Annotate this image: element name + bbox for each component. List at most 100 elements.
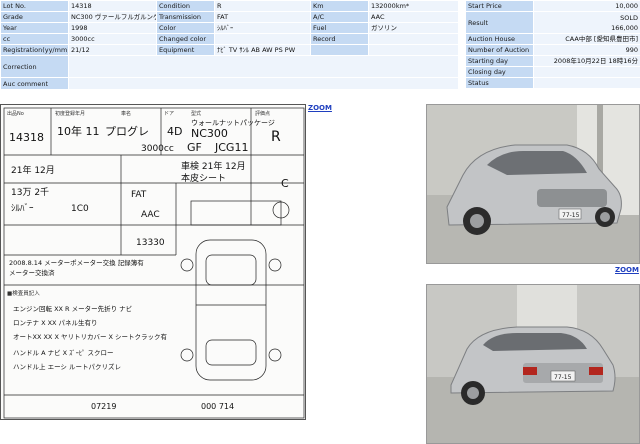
spec-label: cc: [0, 33, 69, 45]
auction-row: Auction House CAA中部 [愛知県豊田市]: [465, 33, 640, 45]
sheet-shaken: 21年 12月: [11, 164, 55, 176]
sheet-car-name: プログレ: [105, 124, 149, 138]
sheet-lot-label: 出品No: [7, 110, 24, 117]
car-photo-front-drawing: 77-15: [427, 105, 639, 263]
sheet-score: R: [271, 129, 281, 145]
spec-value: ﾅﾋﾞ TV ｻﾝﾙ AB AW PS PW: [214, 44, 311, 56]
auction-label: Auction House: [465, 33, 534, 45]
car-photo-rear-drawing: 77-15: [427, 285, 639, 443]
spec-label: Km: [310, 0, 369, 12]
spec-label: Transmission: [156, 11, 215, 23]
auction-label: Closing day: [465, 66, 534, 78]
sheet-insp-5: ハンドル上 エーシ ルートパクリズレ: [13, 362, 121, 371]
sheet-year: 10年 11: [57, 124, 100, 138]
auction-label: Number of Auction: [465, 44, 534, 56]
sheet-bottom-number-2: 000 714: [201, 402, 234, 411]
spec-label: Record: [310, 33, 369, 45]
sheet-score-label: 評価点: [255, 110, 270, 117]
spec-value: 1998: [68, 22, 157, 34]
sheet-model: NC300: [191, 127, 228, 140]
sheet-mileage: 13330: [136, 238, 165, 248]
spec-label: [310, 44, 369, 56]
spec-row: Registration(yy/mm) 21/12 Equipment ﾅﾋﾞ TV …: [0, 44, 459, 56]
spec-row: cc 3000cc Changed color Record: [0, 33, 459, 45]
spec-row: Year 1998 Color ｼﾙﾊﾞｰ Fuel ガソリン: [0, 22, 459, 34]
spec-row: Correction: [0, 55, 459, 78]
auction-row: Starting day 2008年10月22日 18時16分: [465, 55, 640, 67]
sheet-insp-1: エンジン回転 XX R メーター先折り ナビ: [13, 304, 132, 313]
spec-value: AAC: [368, 11, 459, 23]
spec-value: [368, 44, 459, 56]
sheet-grade: ウォールナットパッケージ: [191, 119, 275, 127]
zoom-photo-link[interactable]: ZOOM: [615, 266, 639, 274]
auction-value: [533, 66, 640, 78]
spec-label: Fuel: [310, 22, 369, 34]
spec-value: [68, 55, 459, 78]
spec-value: 14318: [68, 0, 157, 12]
auction-comment-label: Auc comment: [0, 77, 69, 90]
sheet-bottom-number: 07219: [91, 402, 116, 411]
sheet-model2: JCG11: [214, 141, 248, 154]
spec-value: 21/12: [68, 44, 157, 56]
auction-row: Status: [465, 77, 640, 89]
auction-value: 990: [533, 44, 640, 56]
spec-label: Condition: [156, 0, 215, 12]
auction-comment-value: [68, 77, 459, 90]
auction-value: [533, 77, 640, 89]
spec-value: 3000cc: [68, 33, 157, 45]
spec-value: R: [214, 0, 311, 12]
spec-label: Grade: [0, 11, 69, 23]
auction-sheet-image[interactable]: 出品No 初度登録年月 車名 ドア 型式 評価点 14318 10年 11 プロ…: [0, 104, 306, 420]
auction-label: Result: [465, 11, 534, 34]
auction-label: Starting day: [465, 55, 534, 67]
spec-row: Lot No. 14318 Condition R Km 132000km*: [0, 0, 459, 12]
auction-value: CAA中部 [愛知県豊田市]: [533, 33, 640, 45]
sheet-cc: 3000cc: [141, 144, 174, 154]
spec-label: Year: [0, 22, 69, 34]
front-plate-number: 77-15: [562, 212, 580, 219]
sheet-inspection-title: ■検査員記入: [7, 289, 40, 297]
car-photo-front[interactable]: 77-15: [426, 104, 640, 264]
auction-row: Start Price 10,000: [465, 0, 640, 12]
spec-label: Lot No.: [0, 0, 69, 12]
sheet-sales-point: 車検 21年 12月: [181, 160, 246, 172]
sheet-insp-3: オートXX XX X ヤリトリカバー X シートクラック有: [13, 332, 168, 341]
auction-row: Closing day: [465, 66, 640, 78]
spec-value: FAT: [214, 11, 311, 23]
spec-label: Registration(yy/mm): [0, 44, 69, 56]
auction-sheet-drawing: 出品No 初度登録年月 車名 ドア 型式 評価点 14318 10年 11 プロ…: [3, 107, 305, 419]
auction-value: SOLD 166,000: [533, 11, 640, 34]
rear-plate-number: 77-15: [554, 374, 572, 381]
auction-label: Status: [465, 77, 534, 89]
sheet-name-label: 車名: [121, 110, 131, 117]
spec-label: Color: [156, 22, 215, 34]
auction-label: Start Price: [465, 0, 534, 12]
spec-value: [368, 33, 459, 45]
sheet-color-no: 1C0: [71, 204, 89, 214]
spec-value: ガソリン: [368, 22, 459, 34]
spec-label: Equipment: [156, 44, 215, 56]
sheet-model-label: 型式: [191, 110, 201, 117]
auction-comment-row: Auc comment: [0, 77, 459, 90]
car-photo-rear[interactable]: 77-15: [426, 284, 640, 444]
spec-value: ｼﾙﾊﾞｰ: [214, 22, 311, 34]
sheet-door-label: ドア: [164, 111, 174, 117]
spec-value: [214, 33, 311, 45]
sheet-fuel: GF: [187, 141, 202, 154]
sheet-door: 4D: [167, 125, 182, 138]
sheet-insp-2: ロンテナ X XX パネル生有り: [13, 318, 98, 327]
auction-row: Number of Auction 990: [465, 44, 640, 56]
spec-label: Correction: [0, 55, 69, 78]
sheet-grade-letter: C: [281, 177, 289, 190]
vehicle-spec-table: Lot No. 14318 Condition R Km 132000km* Grade NC…: [0, 0, 459, 78]
auction-value: 10,000: [533, 0, 640, 12]
spec-row: Grade NC300 ヴァールフルガルンゲP Transmission FAT A/C…: [0, 11, 459, 23]
sheet-sales-point2: 本皮シート: [181, 172, 226, 184]
spec-label: A/C: [310, 11, 369, 23]
zoom-sheet-link[interactable]: ZOOM: [308, 104, 332, 112]
sheet-insp-4: ハンドル A ナビ X ｽﾞｰﾋﾟ スクロー: [13, 348, 113, 357]
spec-value: 132000km*: [368, 0, 459, 12]
sheet-km: 13万 2千: [11, 187, 49, 198]
sheet-note-2: メーター交換済: [9, 268, 55, 277]
spec-value: NC300 ヴァールフルガルンゲP: [68, 11, 157, 23]
